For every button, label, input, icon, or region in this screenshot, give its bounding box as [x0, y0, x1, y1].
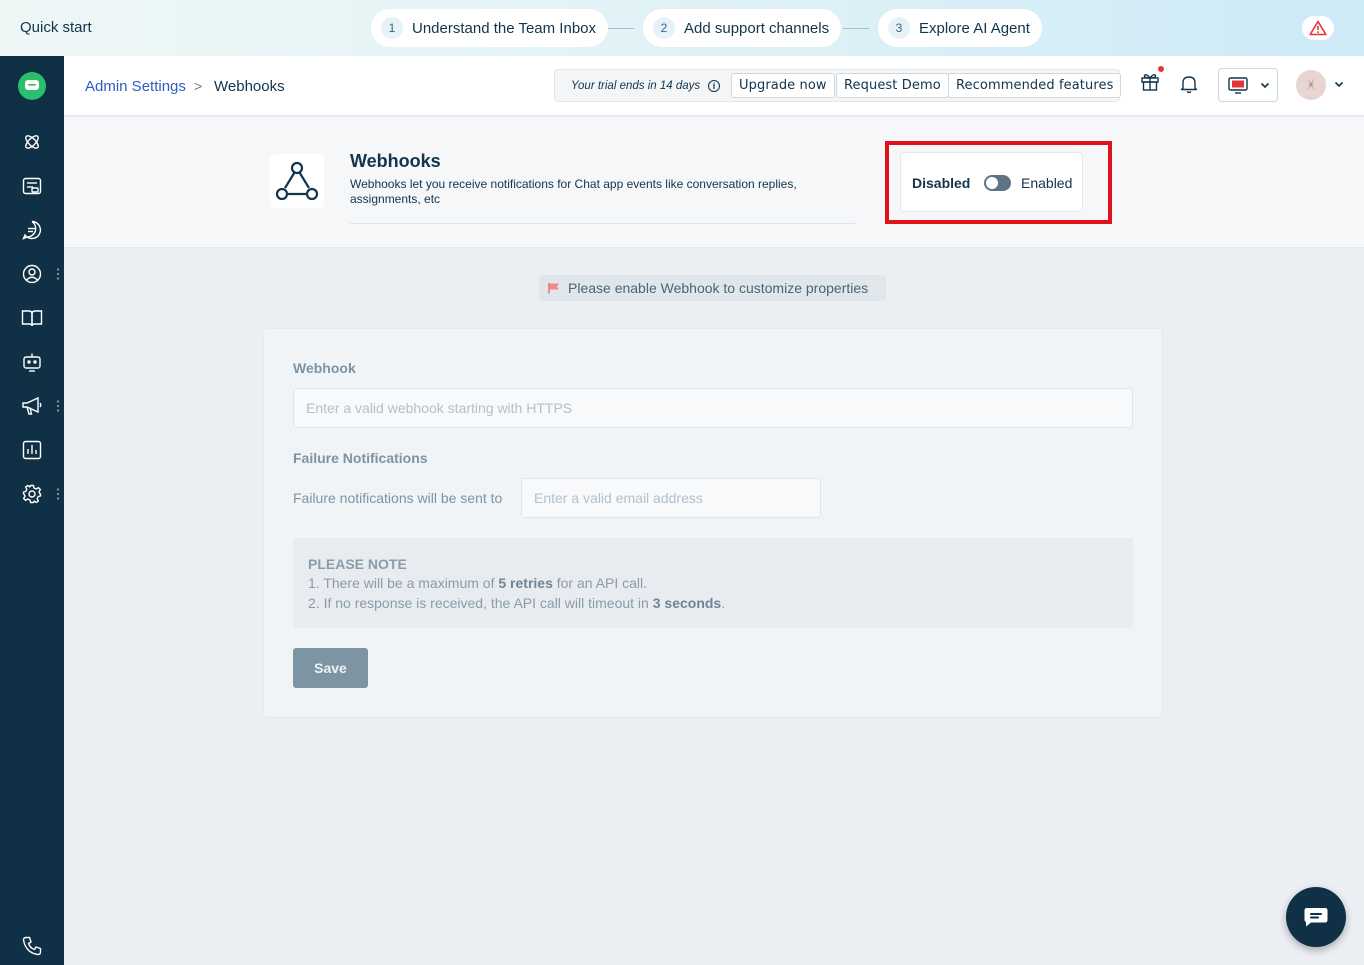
trial-text: Your trial ends in 14 days	[571, 80, 701, 92]
screen-share-dropdown[interactable]	[1218, 68, 1278, 102]
ai-icon[interactable]	[20, 130, 44, 154]
note-title: PLEASE NOTE	[308, 556, 407, 572]
quick-start-banner: Quick start 1 Understand the Team Inbox …	[0, 0, 1364, 56]
avatar-initials: ᚸ	[1308, 79, 1314, 91]
webhook-url-input[interactable]	[293, 388, 1133, 428]
webhook-settings-card	[263, 328, 1163, 718]
failure-sent-to-label: Failure notifications will be sent to	[293, 490, 503, 506]
breadcrumb-current: Webhooks	[214, 78, 285, 95]
chat-launcher-button[interactable]	[1286, 887, 1346, 947]
step-number: 1	[381, 17, 403, 39]
step-label: Explore AI Agent	[919, 19, 1030, 37]
step-label: Add support channels	[684, 19, 830, 37]
request-demo-button[interactable]: Request Demo	[836, 73, 949, 98]
divider	[350, 223, 855, 224]
step-connector	[843, 28, 869, 29]
step-number: 2	[653, 17, 675, 39]
upgrade-now-button[interactable]: Upgrade now	[731, 73, 835, 98]
left-sidebar	[0, 56, 64, 965]
top-header: Admin Settings > Webhooks Your trial end…	[64, 56, 1364, 116]
webhook-label: Webhook	[293, 360, 356, 376]
more-dots-icon[interactable]	[55, 268, 61, 280]
trial-banner: Your trial ends in 14 days i Upgrade now…	[554, 69, 1122, 102]
chevron-down-icon[interactable]	[1334, 81, 1344, 88]
chevron-down-icon	[1260, 82, 1270, 89]
step-connector	[608, 28, 634, 29]
chat-logo-icon[interactable]	[18, 72, 46, 100]
page-title: Webhooks	[350, 151, 441, 171]
failure-email-input[interactable]	[521, 478, 821, 518]
highlight-box	[885, 141, 1112, 224]
warning-icon	[1309, 20, 1327, 36]
more-dots-icon[interactable]	[55, 488, 61, 500]
bell-icon[interactable]	[1177, 72, 1201, 96]
step-label: Understand the Team Inbox	[412, 19, 597, 37]
please-note-box: PLEASE NOTE 1. There will be a maximum o…	[293, 538, 1133, 628]
breadcrumb-admin-settings[interactable]: Admin Settings	[85, 78, 186, 95]
chat-bubble-icon	[1304, 908, 1328, 927]
bot-icon[interactable]	[20, 350, 44, 374]
quick-start-step-1[interactable]: 1 Understand the Team Inbox	[371, 9, 609, 47]
monitor-icon	[1228, 77, 1248, 94]
webhook-icon	[270, 154, 324, 208]
flag-icon	[548, 283, 559, 294]
contacts-icon[interactable]	[20, 262, 44, 286]
inbox-icon[interactable]	[20, 174, 44, 198]
save-button[interactable]: Save	[293, 648, 368, 688]
notice-text: Please enable Webhook to customize prope…	[568, 280, 869, 296]
quick-start-step-2[interactable]: 2 Add support channels	[643, 9, 842, 47]
gift-icon[interactable]	[1138, 70, 1162, 94]
campaigns-icon[interactable]	[20, 394, 44, 418]
recommended-features-button[interactable]: Recommended features	[948, 73, 1122, 98]
breadcrumb-separator: >	[194, 78, 203, 94]
failure-notifications-label: Failure Notifications	[293, 450, 428, 466]
notification-dot	[1158, 66, 1164, 72]
info-icon[interactable]: i	[708, 80, 720, 92]
phone-icon[interactable]	[20, 934, 44, 958]
settings-icon[interactable]	[20, 482, 44, 506]
note-line-1: 1. There will be a maximum of 5 retries …	[308, 575, 648, 591]
more-dots-icon[interactable]	[55, 400, 61, 412]
warning-alert-button[interactable]	[1302, 16, 1334, 40]
page-description: Webhooks let you receive notifications f…	[350, 177, 797, 206]
step-number: 3	[888, 17, 910, 39]
enable-notice: Please enable Webhook to customize prope…	[539, 275, 886, 301]
knowledge-base-icon[interactable]	[20, 306, 44, 330]
conversations-icon[interactable]	[20, 218, 44, 242]
quick-start-title: Quick start	[20, 19, 92, 36]
quick-start-step-3[interactable]: 3 Explore AI Agent	[878, 9, 1042, 47]
note-line-2: 2. If no response is received, the API c…	[308, 595, 726, 611]
reports-icon[interactable]	[20, 438, 44, 462]
avatar[interactable]: ᚸ	[1296, 70, 1326, 100]
